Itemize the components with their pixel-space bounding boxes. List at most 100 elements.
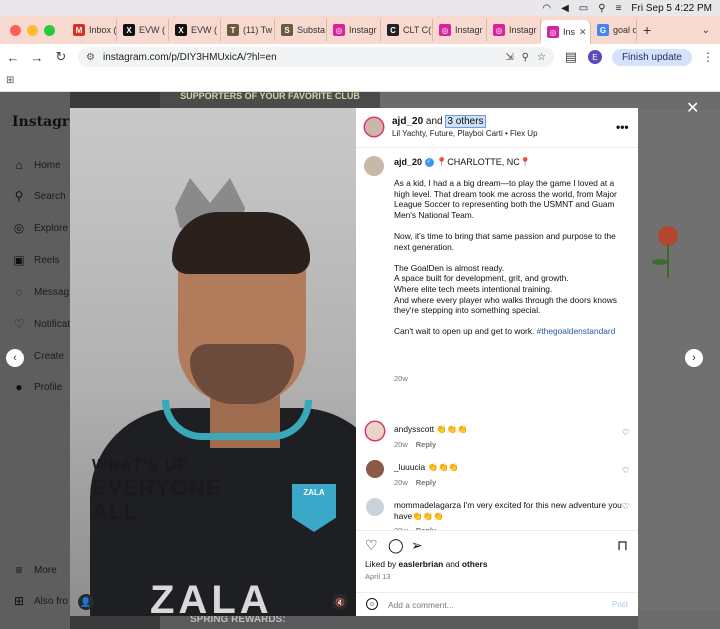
caption-author-avatar[interactable] xyxy=(364,156,384,176)
tab-1[interactable]: X EVW ( xyxy=(117,19,169,41)
author-avatar[interactable] xyxy=(365,118,383,136)
new-tab-button[interactable]: + xyxy=(643,22,651,38)
tagged-users-icon[interactable]: 👤 xyxy=(78,594,94,610)
caption-paragraph-4: Can't wait to open up and get to work. #… xyxy=(394,326,630,337)
comment-time[interactable]: 20w xyxy=(394,440,408,449)
tab-search-dropdown-icon[interactable]: ⌄ xyxy=(702,25,710,36)
commenter-avatar[interactable] xyxy=(366,422,384,440)
overlay-line-3: ALL xyxy=(92,499,138,524)
apps-grid-icon[interactable]: ⊞ xyxy=(6,75,14,86)
hair-top-graphic xyxy=(172,212,310,274)
battery-icon[interactable]: ▭ xyxy=(579,3,588,14)
bookmark-star-icon[interactable]: ☆ xyxy=(537,52,546,63)
address-bar[interactable]: ⚙ instagram.com/p/DIY3HMUxicA/?hl=en ⇲ ⚲… xyxy=(78,47,554,67)
post-date[interactable]: April 13 xyxy=(365,572,390,581)
comment-time[interactable]: 20w xyxy=(394,478,408,487)
messenger-icon: ◌ xyxy=(15,285,23,299)
comment-input[interactable] xyxy=(388,598,608,612)
comment-text: andysscott 👏👏👏 xyxy=(394,424,624,435)
tab-2[interactable]: X EVW ( xyxy=(169,19,221,41)
commenter-username[interactable]: _luuucia xyxy=(394,462,425,472)
sidebar-item-messenger[interactable]: ◌ Messag xyxy=(12,285,69,299)
home-icon: ⌂ xyxy=(15,158,23,172)
sidebar-item-meta-grid[interactable]: ⊞ Also fro xyxy=(12,594,68,608)
url-text[interactable]: instagram.com/p/DIY3HMUxicA/?hl=en xyxy=(103,52,497,63)
next-post-button[interactable]: › xyxy=(685,349,703,367)
close-window-button[interactable] xyxy=(10,24,21,36)
tab-label: EVW ( xyxy=(191,25,217,35)
reply-button[interactable]: Reply xyxy=(416,478,436,487)
sidebar-item-menu[interactable]: ≡ More xyxy=(12,563,56,577)
menu-icon: ≡ xyxy=(15,563,23,577)
reply-button[interactable]: Reply xyxy=(416,440,436,449)
commenter-username[interactable]: andysscott xyxy=(394,424,434,434)
reload-button[interactable]: ↻ xyxy=(54,49,68,65)
caption-header: ajd_20 ✓ 📍CHARLOTTE, NC📍 xyxy=(394,157,531,168)
tab-7[interactable]: ◎ Instagr xyxy=(433,19,487,41)
sidebar-item-heart[interactable]: ♡ Notificat xyxy=(12,317,71,331)
zoom-icon[interactable]: ⚲ xyxy=(522,52,529,63)
close-tab-icon[interactable]: ✕ xyxy=(579,27,587,38)
comment-icon[interactable]: ◯ xyxy=(388,537,404,554)
post-video[interactable]: ZALA WHAT'S UP EVERYONE ALL ZALA 👤 🔇 xyxy=(70,108,356,616)
jersey-brand-text: ZALA xyxy=(303,488,325,497)
mute-icon[interactable]: 🔇 xyxy=(332,594,348,610)
comment-text: mommadelagarza I'm very excited for this… xyxy=(394,500,624,521)
more-options-icon[interactable]: ••• xyxy=(616,120,629,134)
sidebar-item-compass[interactable]: ◎ Explore xyxy=(12,221,68,235)
liked-by-user[interactable]: easlerbrian xyxy=(399,559,444,569)
sidebar-item-search[interactable]: ⚲ Search xyxy=(12,189,66,203)
tab-label: Instagr xyxy=(509,25,537,35)
tab-4[interactable]: S Substa xyxy=(275,19,327,41)
like-heart-icon[interactable]: ♡ xyxy=(365,537,378,554)
hashtag-link[interactable]: #thegoaldenstandard xyxy=(537,326,616,336)
tab-label: CLT C( xyxy=(403,25,432,35)
save-bookmark-icon[interactable]: ⊓ xyxy=(617,537,628,554)
site-info-icon[interactable]: ⚙ xyxy=(86,52,95,63)
tab-10[interactable]: Ggoal de xyxy=(591,19,637,41)
install-app-icon[interactable]: ⇲ xyxy=(505,52,513,63)
comment-like-icon[interactable]: ♡ xyxy=(622,466,629,475)
menubar-clock[interactable]: Fri Sep 5 4:22 PM xyxy=(631,3,712,14)
spotlight-search-icon[interactable]: ⚲ xyxy=(598,3,605,14)
close-modal-icon[interactable]: ✕ xyxy=(686,98,699,118)
minimize-window-button[interactable] xyxy=(27,24,38,36)
volume-icon[interactable]: ◀ xyxy=(561,3,569,14)
coauthors-link[interactable]: 3 others xyxy=(445,115,486,128)
tab-5[interactable]: ◎ Instagr xyxy=(327,19,381,41)
fullscreen-window-button[interactable] xyxy=(44,24,55,36)
liked-by-others[interactable]: others xyxy=(462,559,488,569)
commenter-avatar[interactable] xyxy=(366,498,384,516)
tab-8[interactable]: ◎ Instagr xyxy=(487,19,541,41)
tab-0[interactable]: M Inbox ( xyxy=(67,19,117,41)
control-center-icon[interactable]: ≡ xyxy=(616,3,622,14)
author-username[interactable]: ajd_20 xyxy=(392,116,423,127)
sidebar-item-reels[interactable]: ▣ Reels xyxy=(12,253,59,267)
caption-username[interactable]: ajd_20 xyxy=(394,157,422,167)
comments-scroll-area[interactable]: ajd_20 ✓ 📍CHARLOTTE, NC📍 As a kid, I had… xyxy=(356,148,638,530)
commenter-avatar[interactable] xyxy=(366,460,384,478)
back-button[interactable]: ← xyxy=(6,50,20,65)
profile-avatar[interactable]: E xyxy=(587,50,602,64)
share-icon[interactable]: ➢ xyxy=(411,537,423,554)
comment-like-icon[interactable]: ♡ xyxy=(622,502,629,511)
audio-track[interactable]: Lil Yachty, Future, Playboi Carti • Flex… xyxy=(392,129,538,138)
finish-update-button[interactable]: Finish update xyxy=(611,48,692,66)
forward-button[interactable]: → xyxy=(30,50,44,65)
tab-3[interactable]: T (11) Tw xyxy=(221,19,275,41)
commenter-username[interactable]: mommadelagarza xyxy=(394,500,461,510)
browser-menu-icon[interactable]: ⋮ xyxy=(702,50,714,64)
wifi-icon[interactable]: ◠ xyxy=(542,3,551,14)
post-comment-button[interactable]: Post xyxy=(612,600,628,609)
comment-like-icon[interactable]: ♡ xyxy=(622,428,629,437)
reading-mode-icon[interactable]: ▤ xyxy=(564,49,578,65)
sidebar-item-profile[interactable]: ● Profile xyxy=(12,380,62,394)
tab-label: (11) Tw xyxy=(243,25,273,35)
tab-9[interactable]: ◎ Ins ✕ xyxy=(541,20,591,44)
previous-post-button[interactable]: ‹ xyxy=(6,349,24,367)
sidebar-item-home[interactable]: ⌂ Home xyxy=(12,158,60,172)
post-actions: ♡ ◯ ➢ ⊓ Liked by easlerbrian and others … xyxy=(356,530,638,592)
emoji-icon[interactable]: ☺ xyxy=(366,598,378,610)
tab-6[interactable]: C CLT C( xyxy=(381,19,433,41)
caption-timestamp[interactable]: 20w xyxy=(394,374,408,383)
